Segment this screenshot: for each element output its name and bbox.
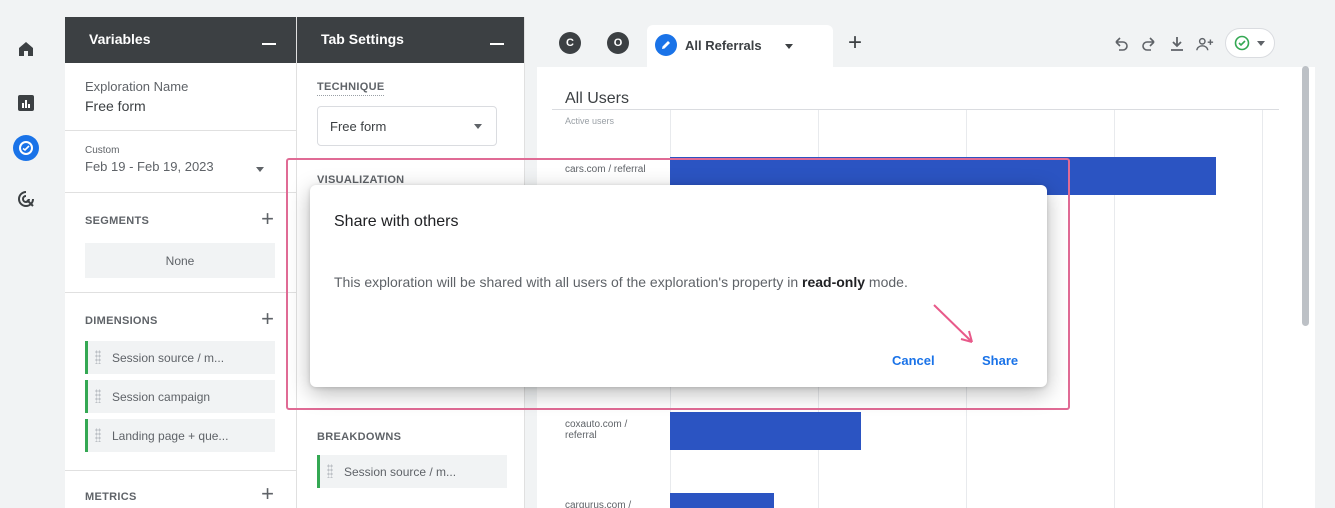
chevron-down-icon[interactable] — [785, 44, 793, 49]
add-metric-icon[interactable]: + — [261, 483, 274, 505]
gridline — [1262, 110, 1263, 508]
technique-select[interactable]: Free form — [317, 106, 497, 146]
tab-bar: C O All Referrals + — [537, 17, 1315, 67]
dimension-chip[interactable]: Session campaign — [85, 380, 275, 413]
breakdown-label: Session source / m... — [344, 465, 457, 479]
status-check-icon — [1234, 35, 1250, 51]
add-segment-icon[interactable]: + — [261, 208, 274, 230]
dimension-chip[interactable]: Landing page + que... — [85, 419, 275, 452]
chart-bar[interactable] — [670, 412, 861, 450]
chevron-down-icon — [1257, 41, 1265, 46]
explore-icon[interactable] — [13, 135, 39, 161]
chart-divider — [552, 109, 1279, 110]
dimension-label: Landing page + que... — [112, 429, 229, 443]
chevron-down-icon — [474, 124, 482, 129]
drag-handle-icon[interactable] — [95, 389, 101, 403]
tab-label: All Referrals — [685, 38, 762, 53]
chart-bar[interactable] — [670, 493, 774, 508]
metrics-section: METRICS + — [65, 471, 296, 505]
tab-settings-title: Tab Settings — [321, 31, 404, 47]
exploration-name-input[interactable]: Free form — [85, 98, 296, 114]
tab-circle-o[interactable]: O — [607, 32, 629, 54]
breakdown-chip[interactable]: Session source / m... — [317, 455, 507, 488]
variables-panel-header: Variables — [65, 17, 296, 63]
drag-handle-icon[interactable] — [95, 350, 101, 364]
date-caption: Custom — [85, 145, 120, 156]
segments-empty: None — [85, 243, 275, 278]
drag-handle-icon[interactable] — [95, 428, 101, 442]
tab-settings-header: Tab Settings — [297, 17, 524, 63]
share-dialog: Share with others This exploration will … — [310, 185, 1047, 387]
download-icon[interactable] — [1168, 35, 1186, 53]
nav-rail — [0, 10, 52, 508]
add-dimension-icon[interactable]: + — [261, 308, 274, 330]
collapse-icon[interactable] — [262, 43, 276, 45]
technique-title: TECHNIQUE — [317, 81, 385, 96]
breakdowns-title: BREAKDOWNS — [317, 431, 402, 443]
variables-panel: Variables Exploration Name Free form Cus… — [65, 17, 297, 508]
pointer-arrow-icon — [933, 304, 973, 343]
advertising-icon[interactable] — [13, 186, 39, 212]
chevron-down-icon[interactable] — [256, 167, 264, 172]
segments-section: SEGMENTS + None — [65, 193, 296, 293]
dimension-chip[interactable]: Session source / m... — [85, 341, 275, 374]
chart-subtitle: Active users — [565, 116, 615, 126]
add-tab-button[interactable]: + — [848, 29, 862, 57]
tab-all-referrals[interactable]: All Referrals — [647, 25, 833, 67]
scrollbar[interactable] — [1302, 66, 1309, 326]
technique-section: TECHNIQUE Free form — [297, 63, 524, 146]
drag-handle-icon[interactable] — [327, 464, 333, 478]
cancel-button[interactable]: Cancel — [892, 353, 935, 368]
chart-row-label: cargurus.com / — [565, 500, 632, 508]
variables-panel-title: Variables — [89, 31, 151, 47]
date-range[interactable]: Feb 19 - Feb 19, 2023 — [85, 159, 296, 174]
dimension-label: Session source / m... — [112, 351, 225, 365]
edit-pencil-icon[interactable] — [655, 34, 677, 56]
redo-icon[interactable] — [1140, 35, 1158, 53]
dialog-body-text: mode. — [865, 274, 908, 290]
exploration-name-label: Exploration Name — [85, 79, 189, 94]
dimensions-section: DIMENSIONS + Session source / m... Sessi… — [65, 293, 296, 471]
collapse-icon[interactable] — [490, 43, 504, 45]
status-button[interactable] — [1225, 28, 1275, 58]
dialog-body-text: This exploration will be shared with all… — [334, 274, 803, 290]
dimension-label: Session campaign — [112, 390, 211, 404]
reports-icon[interactable] — [13, 90, 39, 116]
technique-value: Free form — [330, 119, 387, 134]
home-icon[interactable] — [13, 36, 39, 62]
breakdowns-section: BREAKDOWNS Session source / m... — [317, 431, 507, 494]
chart-row-label: coxauto.com / referral — [565, 419, 628, 441]
share-button[interactable]: Share — [982, 353, 1018, 368]
undo-icon[interactable] — [1112, 35, 1130, 53]
exploration-name-section: Exploration Name Free form — [65, 63, 296, 131]
share-icon[interactable] — [1196, 35, 1214, 53]
date-range-section[interactable]: Custom Feb 19 - Feb 19, 2023 — [65, 131, 296, 193]
tab-circle-c[interactable]: C — [559, 32, 581, 54]
dialog-title: Share with others — [334, 213, 459, 230]
dialog-body-emphasis: read-only — [802, 274, 866, 290]
dialog-body: This exploration will be shared with all… — [334, 274, 908, 290]
chart-title: All Users — [565, 90, 630, 107]
